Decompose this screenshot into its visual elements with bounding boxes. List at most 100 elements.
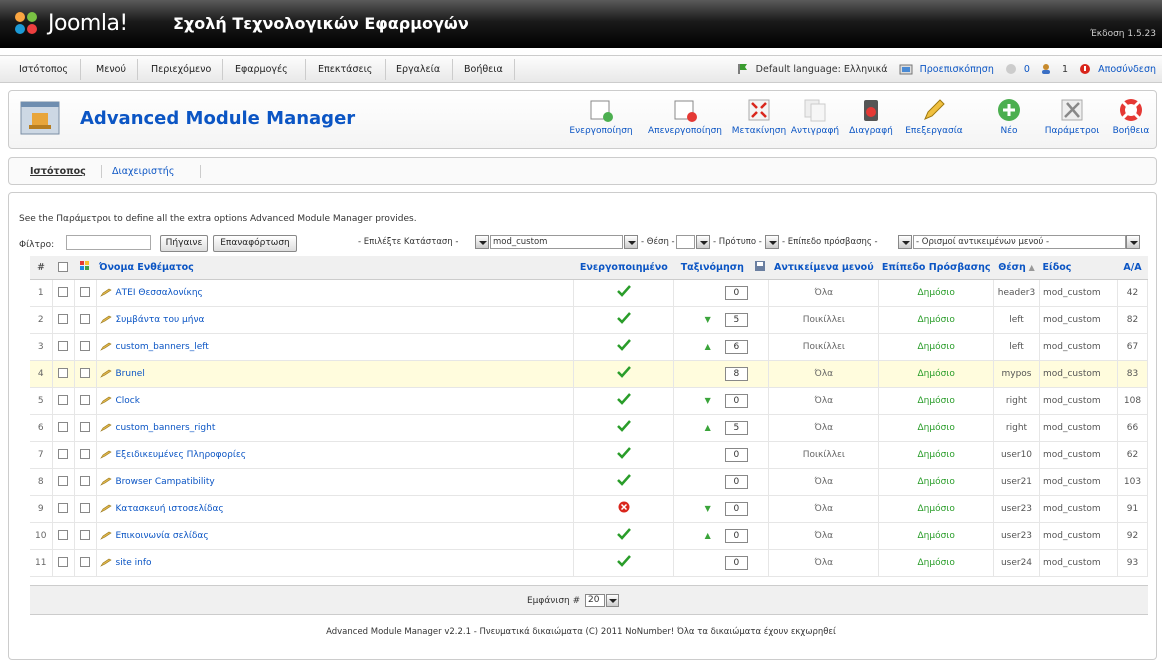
row-access-link[interactable]: Δημόσιο xyxy=(878,549,994,577)
row-access-link[interactable]: Δημόσιο xyxy=(878,522,994,550)
table-row[interactable]: 10 Επικοινωνία σελίδας ▲ 0 Όλα Δημόσιο user23 m… xyxy=(30,522,1148,550)
row-checkbox[interactable] xyxy=(58,476,68,487)
menu-site[interactable]: Ιστότοπος xyxy=(19,64,68,75)
row-checkbox[interactable] xyxy=(58,422,68,433)
menu-menus[interactable]: Μενού xyxy=(96,64,126,75)
row-checkbox[interactable] xyxy=(58,503,68,514)
row-color-box[interactable] xyxy=(80,422,90,433)
color-grid-icon[interactable] xyxy=(80,260,90,271)
tab-administrator[interactable]: Διαχειριστής xyxy=(112,166,174,177)
col-name[interactable]: Όνομα Ενθέματος xyxy=(96,256,574,280)
display-count-dropdown[interactable] xyxy=(606,594,619,607)
menu-items-filter-dropdown[interactable] xyxy=(1126,235,1140,249)
table-row[interactable]: 3 custom_banners_left ▲ 6 Ποικίλλει Δημόσιο le… xyxy=(30,333,1148,361)
menu-components[interactable]: Εφαρμογές xyxy=(235,64,288,75)
preview-link[interactable]: Προεπισκόπηση xyxy=(920,64,994,75)
table-row[interactable]: 5 Clock ▼ 0 Όλα Δημόσιο right mod_custom 108 xyxy=(30,387,1148,415)
enabled-check-icon[interactable] xyxy=(616,420,631,432)
module-name-link[interactable]: Clock xyxy=(116,396,140,406)
publish-button[interactable]: Ενεργοποίηση xyxy=(564,97,638,136)
parameters-button[interactable]: Παράμετροι xyxy=(1039,97,1105,136)
table-row[interactable]: 7 Εξειδικευμένες Πληροφορίες 0 Ποικίλλει Δημ… xyxy=(30,441,1148,469)
row-color-box[interactable] xyxy=(80,476,90,487)
row-checkbox[interactable] xyxy=(58,395,68,406)
module-name-link[interactable]: Συμβάντα του μήνα xyxy=(116,315,205,325)
enabled-check-icon[interactable] xyxy=(616,339,631,351)
row-access-link[interactable]: Δημόσιο xyxy=(878,468,994,496)
order-up-icon[interactable]: ▲ xyxy=(705,342,711,351)
row-checkbox[interactable] xyxy=(58,314,68,325)
template-filter-dropdown[interactable] xyxy=(765,235,779,249)
col-order[interactable]: Ταξινόμηση xyxy=(673,256,751,280)
enabled-check-icon[interactable] xyxy=(616,447,631,459)
module-name-link[interactable]: custom_banners_right xyxy=(116,423,216,433)
save-order-icon[interactable] xyxy=(754,260,766,272)
go-button[interactable]: Πήγαινε xyxy=(160,235,208,252)
menu-content[interactable]: Περιεχόμενο xyxy=(151,64,211,75)
order-input[interactable]: 5 xyxy=(724,420,748,435)
row-access-link[interactable]: Δημόσιο xyxy=(878,414,994,442)
table-row[interactable]: 1 ΑΤΕΙ Θεσσαλονίκης 0 Όλα Δημόσιο header3 mod_… xyxy=(30,279,1148,307)
copy-button[interactable]: Αντιγραφή xyxy=(787,97,843,136)
enabled-check-icon[interactable] xyxy=(616,393,631,405)
messages-count[interactable]: 0 xyxy=(1024,64,1030,75)
table-row[interactable]: 2 Συμβάντα του μήνα ▼ 5 Ποικίλλει Δημόσιο left… xyxy=(30,306,1148,334)
enabled-check-icon[interactable] xyxy=(616,555,631,567)
logout-link[interactable]: Αποσύνδεση xyxy=(1098,64,1156,75)
table-row[interactable]: 9 Κατασκευή ιστοσελίδας ▼ 0 Όλα Δημόσιο user23… xyxy=(30,495,1148,523)
row-checkbox[interactable] xyxy=(58,557,68,568)
module-name-link[interactable]: Browser Campatibility xyxy=(116,477,215,487)
row-access-link[interactable]: Δημόσιο xyxy=(878,306,994,334)
order-down-icon[interactable]: ▼ xyxy=(705,315,711,324)
order-down-icon[interactable]: ▼ xyxy=(705,504,711,513)
row-color-box[interactable] xyxy=(80,557,90,568)
enabled-check-icon[interactable] xyxy=(616,312,631,324)
order-input[interactable]: 0 xyxy=(724,447,748,462)
row-color-box[interactable] xyxy=(80,449,90,460)
col-enabled[interactable]: Ενεργοποιημένο xyxy=(573,256,674,280)
edit-button[interactable]: Επεξεργασία xyxy=(899,97,969,136)
row-access-link[interactable]: Δημόσιο xyxy=(878,279,994,307)
order-input[interactable]: 6 xyxy=(724,339,748,354)
col-type[interactable]: Είδος xyxy=(1039,256,1118,280)
tab-site[interactable]: Ιστότοπος xyxy=(30,166,86,177)
row-checkbox[interactable] xyxy=(58,368,68,379)
order-input[interactable]: 0 xyxy=(724,474,748,489)
enabled-check-icon[interactable] xyxy=(616,474,631,486)
row-access-link[interactable]: Δημόσιο xyxy=(878,360,994,388)
row-checkbox[interactable] xyxy=(58,449,68,460)
col-access[interactable]: Επίπεδο Πρόσβασης xyxy=(878,256,994,280)
table-row[interactable]: 6 custom_banners_right ▲ 5 Όλα Δημόσιο right mo… xyxy=(30,414,1148,442)
type-filter-select[interactable]: mod_custom xyxy=(490,235,623,249)
select-all-checkbox[interactable] xyxy=(58,262,68,273)
col-menu-items[interactable]: Αντικείμενα μενού xyxy=(768,256,879,280)
menu-tools[interactable]: Εργαλεία xyxy=(396,64,440,75)
enabled-check-icon[interactable] xyxy=(616,285,631,297)
row-color-box[interactable] xyxy=(80,395,90,406)
table-row[interactable]: 8 Browser Campatibility 0 Όλα Δημόσιο user21 m… xyxy=(30,468,1148,496)
module-name-link[interactable]: Εξειδικευμένες Πληροφορίες xyxy=(116,450,247,460)
position-filter-dropdown[interactable] xyxy=(696,235,710,249)
module-name-link[interactable]: custom_banners_left xyxy=(116,342,209,352)
row-color-box[interactable] xyxy=(80,530,90,541)
disabled-x-icon[interactable] xyxy=(618,501,630,513)
order-input[interactable]: 0 xyxy=(724,528,748,543)
order-input[interactable]: 8 xyxy=(724,366,748,381)
order-input[interactable]: 0 xyxy=(724,501,748,516)
row-access-link[interactable]: Δημόσιο xyxy=(878,441,994,469)
row-access-link[interactable]: Δημόσιο xyxy=(878,333,994,361)
col-position[interactable]: Θέση ▲ xyxy=(993,256,1040,280)
unpublish-button[interactable]: Απενεργοποίηση xyxy=(637,97,733,136)
row-color-box[interactable] xyxy=(80,314,90,325)
move-button[interactable]: Μετακίνηση xyxy=(731,97,787,136)
help-button[interactable]: Βοήθεια xyxy=(1109,97,1153,136)
access-filter-dropdown[interactable] xyxy=(898,235,912,249)
state-filter-dropdown[interactable] xyxy=(475,235,489,249)
order-input[interactable]: 0 xyxy=(724,393,748,408)
enabled-check-icon[interactable] xyxy=(616,366,631,378)
table-row[interactable]: 4 Brunel 8 Όλα Δημόσιο mypos mod_custom 83 xyxy=(30,360,1148,388)
row-checkbox[interactable] xyxy=(58,530,68,541)
enabled-check-icon[interactable] xyxy=(616,528,631,540)
order-input[interactable]: 0 xyxy=(724,555,748,570)
module-name-link[interactable]: Επικοινωνία σελίδας xyxy=(116,531,209,541)
